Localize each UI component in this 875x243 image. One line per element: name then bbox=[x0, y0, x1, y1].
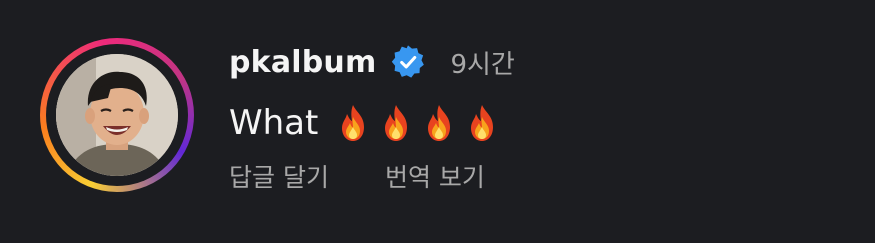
fire-emoji bbox=[334, 103, 372, 143]
comment-text: What bbox=[229, 103, 319, 143]
avatar[interactable] bbox=[56, 54, 178, 176]
verified-badge-icon bbox=[390, 44, 426, 80]
comment-body: What bbox=[229, 98, 501, 148]
reply-button[interactable]: 답글 달기 bbox=[229, 158, 329, 194]
comment-actions: 답글 달기 번역 보기 bbox=[229, 158, 485, 194]
avatar-photo bbox=[56, 54, 178, 176]
avatar-ring-gap bbox=[46, 44, 188, 186]
comment: pkalbum 9시간 What 답글 달기 번역 보기 bbox=[0, 0, 875, 243]
fire-emoji bbox=[420, 103, 458, 143]
fire-emoji bbox=[463, 103, 501, 143]
username[interactable]: pkalbum bbox=[229, 45, 376, 80]
see-translation-button[interactable]: 번역 보기 bbox=[385, 158, 485, 194]
comment-timestamp[interactable]: 9시간 bbox=[450, 44, 514, 81]
emoji-group bbox=[334, 103, 501, 143]
fire-emoji bbox=[377, 103, 415, 143]
avatar-story-ring[interactable] bbox=[40, 38, 194, 192]
comment-header: pkalbum 9시간 bbox=[229, 40, 515, 84]
